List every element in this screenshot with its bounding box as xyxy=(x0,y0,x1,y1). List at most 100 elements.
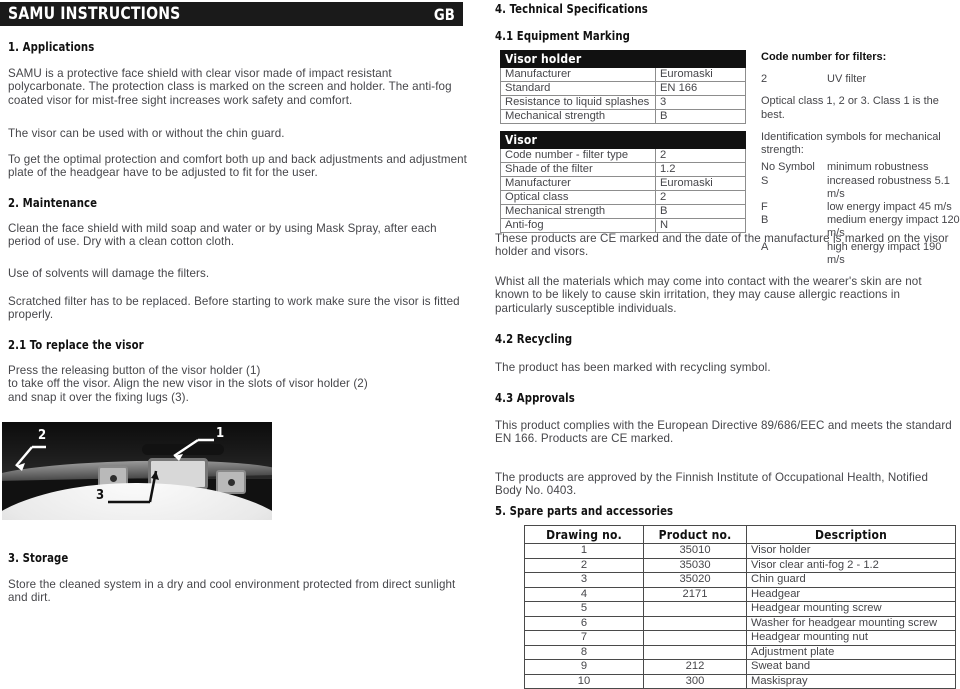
cell-description: Washer for headgear mounting screw xyxy=(746,615,956,631)
cell-value: EN 166 xyxy=(654,81,747,96)
maintenance-paragraph-1: Clean the face shield with mild soap and… xyxy=(8,222,437,249)
recycling-paragraph-wrap: The product has been marked with recycli… xyxy=(495,361,957,374)
table-row: 7 Headgear mounting nut xyxy=(524,630,956,646)
cell-value: Euromaski xyxy=(654,176,747,191)
left-column: SAMU INSTRUCTIONS GB 1. Applications SAM… xyxy=(0,0,470,672)
maintenance-paragraph-2-wrap: Use of solvents will damage the filters. xyxy=(8,267,464,280)
cell-drawing-no: 5 xyxy=(524,601,644,617)
cell-description: Adjustment plate xyxy=(746,644,956,660)
maintenance-paragraph-1-wrap: Clean the face shield with mild soap and… xyxy=(8,222,464,249)
cell-value: 2 xyxy=(654,148,747,163)
cell-key: Optical class xyxy=(500,190,656,205)
section-3-heading-wrap: 3. Storage xyxy=(8,550,463,565)
cell-drawing-no: 7 xyxy=(524,630,644,646)
table-row: 8 Adjustment plate xyxy=(524,644,956,660)
skin-note-wrap: Whist all the materials which may come i… xyxy=(495,275,957,315)
section-4-2-heading-wrap: 4.2 Recycling xyxy=(495,331,581,346)
photo-callout-3: 3 xyxy=(96,488,105,503)
document-title-bar: SAMU INSTRUCTIONS GB xyxy=(0,2,463,26)
cell-key: Resistance to liquid splashes xyxy=(500,95,656,110)
mech-symbols-title: Identification symbols for mechanical st… xyxy=(761,131,941,157)
table-row: 3 35020 Chin guard xyxy=(524,572,956,588)
visor-holder-table-wrap: Visor holder Manufacturer Euromaski Stan… xyxy=(500,50,747,124)
maintenance-paragraph-2: Use of solvents will damage the filters. xyxy=(8,267,210,280)
cell-value: B xyxy=(654,109,747,124)
right-column: 4. Technical Specifications 4.1 Equipmen… xyxy=(495,0,960,689)
table-row: Manufacturer Euromaski xyxy=(500,176,747,191)
replace-visor-line-3: and snap it over the fixing lugs (3). xyxy=(8,390,189,404)
section-recycling-heading: 4.2 Recycling xyxy=(495,331,573,346)
document-page: SAMU INSTRUCTIONS GB 1. Applications SAM… xyxy=(0,0,960,689)
cell-product-no: 300 xyxy=(643,673,747,689)
cell-product-no xyxy=(643,630,747,646)
cell-value: Euromaski xyxy=(654,67,747,82)
section-1-heading-wrap: 1. Applications xyxy=(8,39,463,54)
spare-parts-table: Drawing no. Product no. Description 1 35… xyxy=(524,525,956,689)
skin-irritation-note: Whist all the materials which may come i… xyxy=(495,275,922,315)
table-row: 6 Washer for headgear mounting screw xyxy=(524,615,956,631)
cell-description: Visor holder xyxy=(746,543,956,559)
optical-class-note: Optical class 1, 2 or 3. Class 1 is the … xyxy=(761,95,939,121)
cell-value: N xyxy=(654,218,747,233)
section-2-heading-wrap: 2. Maintenance xyxy=(8,195,463,210)
table-row: 4 2171 Headgear xyxy=(524,586,956,602)
section-5-heading-wrap: 5. Spare parts and accessories xyxy=(495,503,693,518)
ce-note-wrap: These products are CE marked and the dat… xyxy=(495,232,957,259)
cell-value: 2 xyxy=(654,190,747,205)
applications-paragraph-2-wrap: The visor can be used with or without th… xyxy=(8,127,464,140)
cell-drawing-no: 10 xyxy=(524,673,644,689)
table-row: Mechanical strength B xyxy=(500,204,747,219)
cell-product-no xyxy=(643,644,747,660)
filter-code-label: UV filter xyxy=(827,73,867,86)
section-spare-parts-heading: 5. Spare parts and accessories xyxy=(495,503,674,518)
cell-key: Anti-fog xyxy=(500,218,656,233)
cell-description: Visor clear anti-fog 2 - 1.2 xyxy=(746,557,956,573)
column-header-description: Description xyxy=(746,525,956,544)
table-row: Optical class 2 xyxy=(500,190,747,205)
visor-holder-table-title: Visor holder xyxy=(500,50,746,68)
visor-holder-table: Visor holder Manufacturer Euromaski Stan… xyxy=(500,50,747,124)
section-storage-heading: 3. Storage xyxy=(8,550,69,565)
table-header-row: Drawing no. Product no. Description xyxy=(524,525,956,544)
section-technical-specifications-heading: 4. Technical Specifications xyxy=(495,1,648,16)
section-replace-visor-heading: 2.1 To replace the visor xyxy=(8,337,144,352)
approvals-paragraph-1: This product complies with the European … xyxy=(495,419,952,446)
section-4-3-heading-wrap: 4.3 Approvals xyxy=(495,390,584,405)
cell-description: Headgear mounting nut xyxy=(746,630,956,646)
filter-code-value: 2 xyxy=(761,73,768,86)
photo-callout-2: 2 xyxy=(38,428,47,443)
cell-drawing-no: 8 xyxy=(524,644,644,660)
section-equipment-marking-heading: 4.1 Equipment Marking xyxy=(495,28,630,43)
column-header-product-no: Product no. xyxy=(643,525,747,544)
cell-key: Manufacturer xyxy=(500,67,656,82)
cell-product-no: 35010 xyxy=(643,543,747,559)
table-row: Code number - filter type 2 xyxy=(500,148,747,163)
cell-description: Headgear mounting screw xyxy=(746,601,956,617)
maintenance-paragraph-3: Scratched filter has to be replaced. Bef… xyxy=(8,295,460,322)
mech-symbol-desc: increased robustness 5.1 m/s xyxy=(827,174,950,200)
cell-key: Code number - filter type xyxy=(500,148,656,163)
table-row: Standard EN 166 xyxy=(500,81,747,96)
visor-holder-photo: 2 1 3 xyxy=(2,422,272,520)
section-4-1-heading-wrap: 4.1 Equipment Marking xyxy=(495,28,645,43)
approvals-paragraph-1-wrap: This product complies with the European … xyxy=(495,419,957,446)
mech-symbol: No Symbol xyxy=(761,161,815,174)
cell-drawing-no: 2 xyxy=(524,557,644,573)
storage-paragraph-wrap: Store the cleaned system in a dry and co… xyxy=(8,578,464,605)
cell-drawing-no: 1 xyxy=(524,543,644,559)
visor-table-title: Visor xyxy=(500,131,746,149)
section-approvals-heading: 4.3 Approvals xyxy=(495,390,575,405)
table-row: Shade of the filter 1.2 xyxy=(500,162,747,177)
cell-description: Chin guard xyxy=(746,572,956,588)
cell-key: Manufacturer xyxy=(500,176,656,191)
filter-code-title: Code number for filters: xyxy=(761,51,887,63)
cell-description: Maskispray xyxy=(746,673,956,689)
section-maintenance-heading: 2. Maintenance xyxy=(8,195,98,210)
applications-paragraph-1: SAMU is a protective face shield with cl… xyxy=(8,67,452,107)
approvals-paragraph-2-wrap: The products are approved by the Finnish… xyxy=(495,471,957,498)
section-4-heading-wrap: 4. Technical Specifications xyxy=(495,1,665,16)
section-applications-heading: 1. Applications xyxy=(8,39,95,54)
photo-callout-1: 1 xyxy=(216,426,225,441)
replace-visor-line-2: to take off the visor. Align the new vis… xyxy=(8,377,368,391)
section-2-1-heading-wrap: 2.1 To replace the visor xyxy=(8,337,463,352)
